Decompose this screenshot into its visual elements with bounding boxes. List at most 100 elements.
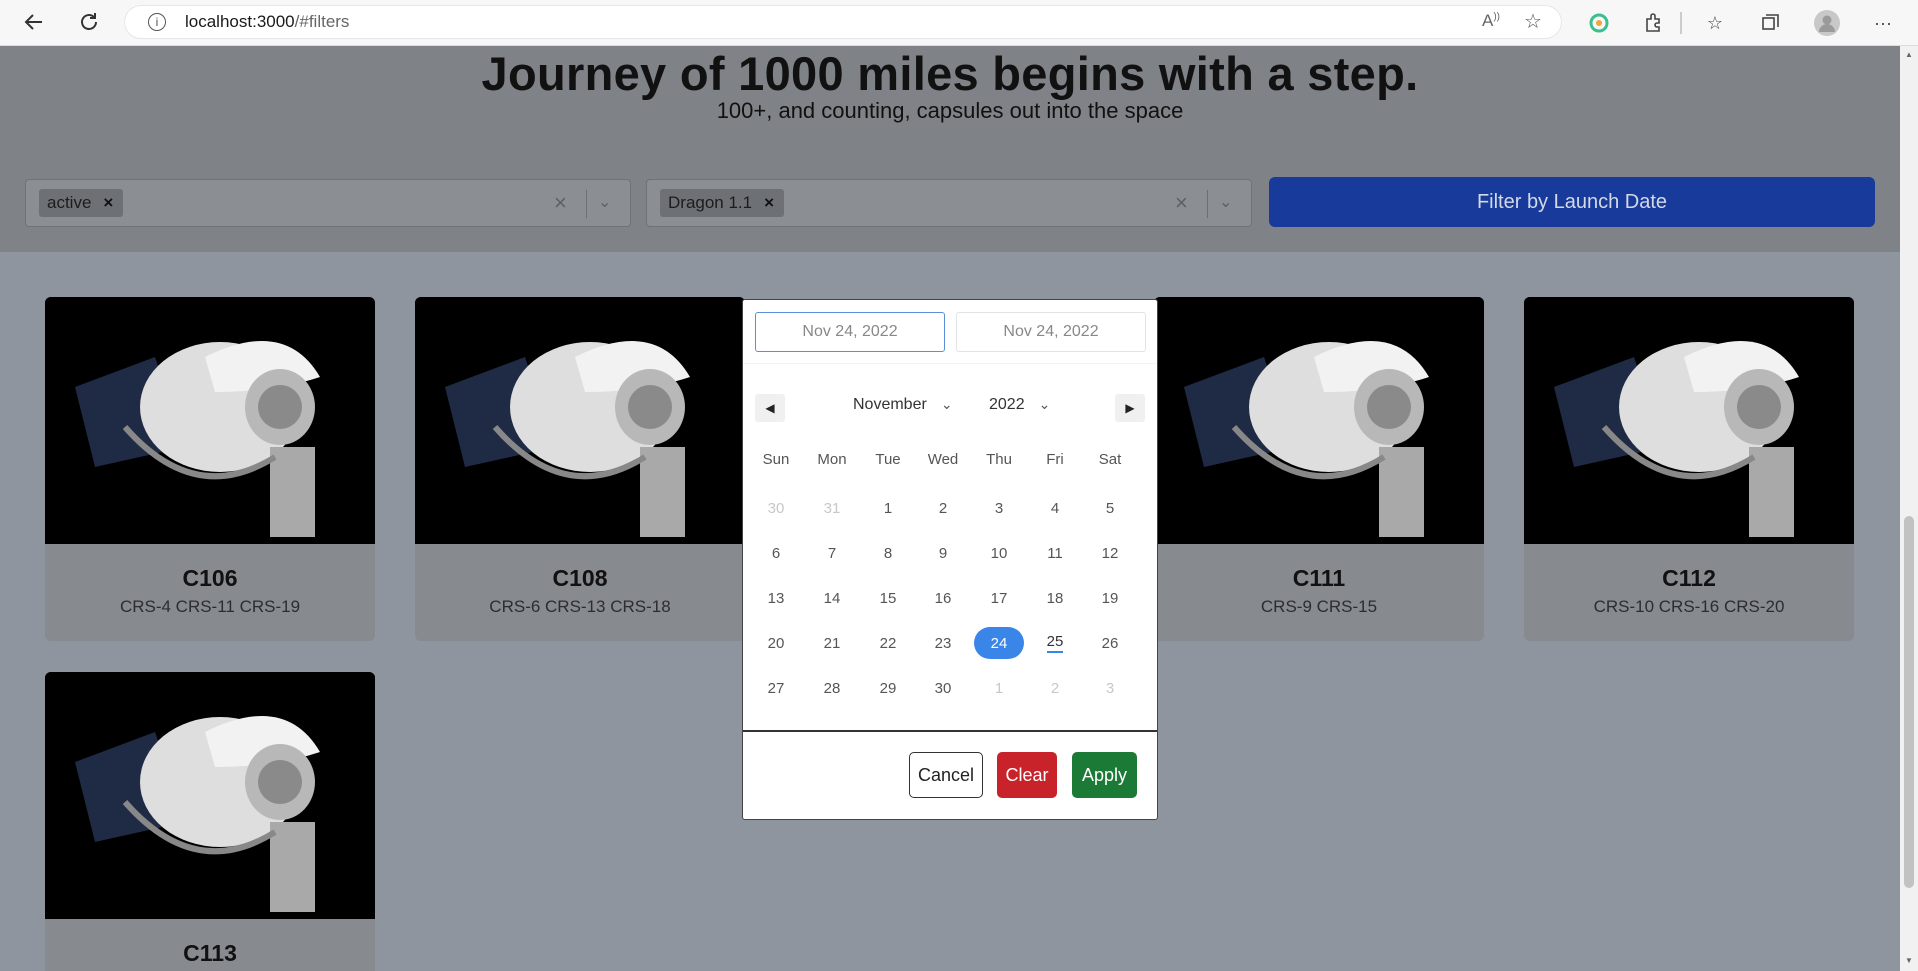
calendar-day[interactable]: 2 (1030, 672, 1080, 704)
calendar-day[interactable]: 3 (974, 492, 1024, 524)
apply-button[interactable]: Apply (1072, 752, 1137, 798)
address-bar[interactable]: i localhost:3000/#filters A)) ☆ (124, 5, 1562, 39)
capsule-name: C106 (182, 565, 238, 591)
hero-section: Journey of 1000 miles begins with a step… (0, 46, 1900, 252)
vertical-scrollbar[interactable]: ▲ ▼ (1900, 46, 1918, 971)
extensions-puzzle-icon[interactable] (1640, 10, 1666, 36)
profile-avatar-icon[interactable] (1814, 10, 1840, 36)
scroll-down-icon[interactable]: ▼ (1905, 956, 1913, 965)
capsule-name: C108 (552, 565, 608, 591)
chevron-down-icon[interactable]: ⌄ (1219, 192, 1232, 212)
refresh-icon[interactable] (77, 10, 101, 34)
calendar-day[interactable]: 23 (918, 627, 968, 659)
calendar-day[interactable]: 6 (751, 537, 801, 569)
weekday-header: Tue (875, 451, 901, 468)
weekday-header: Mon (817, 451, 847, 468)
remove-chip-icon[interactable]: × (764, 193, 774, 213)
calendar-day[interactable]: 21 (807, 627, 857, 659)
calendar-day[interactable]: 25 (1030, 627, 1080, 659)
calendar-day[interactable]: 5 (1085, 492, 1135, 524)
status-chip: active × (39, 189, 124, 217)
calendar-day[interactable]: 28 (807, 672, 857, 704)
month-select[interactable]: November ⌄ (853, 396, 953, 414)
calendar-day[interactable]: 14 (807, 582, 857, 614)
weekday-header: Thu (986, 451, 1012, 468)
calendar-day[interactable]: 13 (751, 582, 801, 614)
calendar-day[interactable]: 7 (807, 537, 857, 569)
calendar-day[interactable]: 4 (1030, 492, 1080, 524)
capsule-image (1154, 297, 1484, 544)
calendar-day[interactable]: 19 (1085, 582, 1135, 614)
type-chip: Dragon 1.1 × (660, 189, 785, 217)
capsule-card[interactable]: C112 CRS-10 CRS-16 CRS-20 (1524, 297, 1854, 641)
calendar-day[interactable]: 29 (863, 672, 913, 704)
chevron-down-icon: ⌄ (1038, 396, 1051, 412)
capsule-name: C113 (183, 940, 237, 966)
capsule-card[interactable]: C108 CRS-6 CRS-13 CRS-18 (415, 297, 745, 641)
scroll-up-icon[interactable]: ▲ (1905, 50, 1913, 59)
hero-title: Journey of 1000 miles begins with a step… (481, 47, 1419, 100)
capsule-card[interactable]: C106 CRS-4 CRS-11 CRS-19 (45, 297, 375, 641)
scroll-thumb[interactable] (1904, 516, 1914, 888)
filter-by-launch-date-button[interactable]: Filter by Launch Date (1269, 177, 1875, 227)
calendar-day[interactable]: 30 (751, 492, 801, 524)
weekday-header: Fri (1046, 451, 1064, 468)
calendar-day[interactable]: 15 (863, 582, 913, 614)
calendar-day[interactable]: 12 (1085, 537, 1135, 569)
clear-button[interactable]: Clear (997, 752, 1057, 798)
status-select[interactable]: active × × ⌄ (25, 179, 631, 227)
weekday-header: Sat (1098, 451, 1122, 468)
capsule-card[interactable]: C111 CRS-9 CRS-15 (1154, 297, 1484, 641)
footer-divider (743, 730, 1157, 732)
calendar-day[interactable]: 31 (807, 492, 857, 524)
calendar-day[interactable]: 10 (974, 537, 1024, 569)
capsule-card[interactable]: C113 (45, 672, 375, 971)
start-date-input[interactable]: Nov 24, 2022 (755, 312, 945, 352)
calendar-day[interactable]: 20 (751, 627, 801, 659)
calendar-day[interactable]: 1 (974, 672, 1024, 704)
year-select[interactable]: 2022 ⌄ (989, 396, 1050, 414)
favorites-icon[interactable]: ☆ (1702, 10, 1728, 36)
calendar-day[interactable]: 16 (918, 582, 968, 614)
weekday-header: Sun (762, 451, 790, 468)
clear-select-icon[interactable]: × (554, 190, 567, 216)
date-range-picker: Nov 24, 2022 Nov 24, 2022 ◀ November ⌄ 20… (742, 299, 1158, 820)
back-arrow-icon[interactable] (22, 10, 46, 34)
capsule-image (45, 672, 375, 919)
calendar-day[interactable]: 2 (918, 492, 968, 524)
calendar-day[interactable]: 30 (918, 672, 968, 704)
add-favorite-icon[interactable]: ☆ (1524, 9, 1542, 34)
info-icon[interactable]: i (148, 13, 166, 31)
extension-colorful-icon[interactable] (1586, 10, 1612, 36)
browser-toolbar: i localhost:3000/#filters A)) ☆ ☆ ··· (0, 0, 1918, 46)
calendar-day[interactable]: 11 (1030, 537, 1080, 569)
header-divider (743, 363, 1157, 364)
calendar-day[interactable]: 3 (1085, 672, 1135, 704)
calendar-day[interactable]: 9 (918, 537, 968, 569)
capsule-name: C112 (1662, 565, 1716, 591)
next-month-button[interactable]: ▶ (1115, 394, 1145, 422)
more-options-icon[interactable]: ··· (1870, 10, 1896, 36)
capsule-missions: CRS-9 CRS-15 (1260, 597, 1378, 616)
collections-icon[interactable] (1757, 10, 1783, 36)
calendar-day[interactable]: 17 (974, 582, 1024, 614)
today-day-label: 25 (1046, 633, 1064, 653)
clear-select-icon[interactable]: × (1175, 190, 1188, 216)
prev-month-button[interactable]: ◀ (755, 394, 785, 422)
select-separator (586, 190, 587, 218)
end-date-input[interactable]: Nov 24, 2022 (956, 312, 1146, 352)
cancel-button[interactable]: Cancel (909, 752, 983, 798)
capsule-image (45, 297, 375, 544)
select-separator (1207, 190, 1208, 218)
calendar-day[interactable]: 18 (1030, 582, 1080, 614)
type-select[interactable]: Dragon 1.1 × × ⌄ (646, 179, 1252, 227)
calendar-day[interactable]: 27 (751, 672, 801, 704)
calendar-day[interactable]: 24 (974, 627, 1024, 659)
calendar-day[interactable]: 26 (1085, 627, 1135, 659)
chevron-down-icon[interactable]: ⌄ (598, 192, 611, 212)
read-aloud-icon[interactable]: A)) (1482, 11, 1500, 31)
calendar-day[interactable]: 22 (863, 627, 913, 659)
remove-chip-icon[interactable]: × (103, 193, 113, 213)
calendar-day[interactable]: 8 (863, 537, 913, 569)
calendar-day[interactable]: 1 (863, 492, 913, 524)
